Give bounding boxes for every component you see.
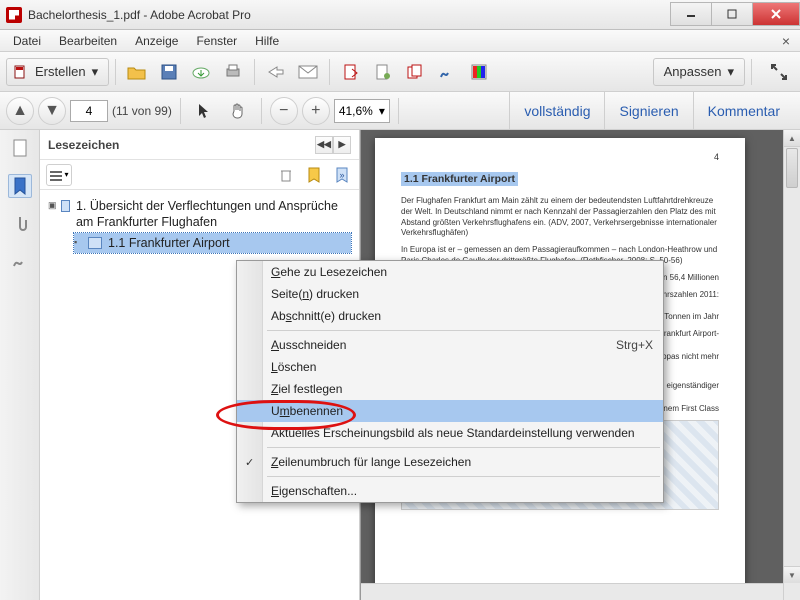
- bookmark-item-selected[interactable]: ▪ 1.1 Frankfurter Airport: [74, 233, 351, 253]
- mail-button[interactable]: [293, 58, 323, 86]
- delete-bookmark-button[interactable]: [275, 165, 297, 185]
- thumbnails-icon[interactable]: [8, 136, 32, 160]
- tools-sign-link[interactable]: Signieren: [604, 92, 692, 130]
- menubar: Datei Bearbeiten Anzeige Fenster Hilfe ×: [0, 30, 800, 52]
- cloud-button[interactable]: [186, 58, 216, 86]
- menu-item[interactable]: Aktuelles Erscheinungsbild als neue Stan…: [237, 422, 663, 444]
- menu-item[interactable]: Abschnitt(e) drucken: [237, 305, 663, 327]
- menu-separator: [267, 330, 660, 331]
- open-button[interactable]: [122, 58, 152, 86]
- customize-button[interactable]: Anpassen ▾: [653, 58, 745, 86]
- menu-item[interactable]: Löschen: [237, 356, 663, 378]
- page-down-button[interactable]: ▼: [38, 97, 66, 125]
- zoom-out-button[interactable]: −: [270, 97, 298, 125]
- page-count-label: (11 von 99): [112, 104, 172, 118]
- doc-close-button[interactable]: ×: [776, 33, 796, 49]
- bookmarks-toolbar: ▾ »: [40, 160, 359, 190]
- combine-button[interactable]: [400, 58, 430, 86]
- dropdown-icon: ▾: [92, 64, 99, 80]
- fullscreen-button[interactable]: [764, 58, 794, 86]
- bookmark-icon: [61, 200, 70, 212]
- zoom-value: 41,6%: [339, 104, 373, 118]
- expand-bookmark-button[interactable]: »: [331, 165, 353, 185]
- tools-full-link[interactable]: vollständig: [509, 92, 604, 130]
- customize-label: Anpassen: [664, 64, 722, 79]
- create-button[interactable]: Erstellen ▾: [6, 58, 109, 86]
- tools-comment-link[interactable]: Kommentar: [693, 92, 794, 130]
- menu-separator: [267, 447, 660, 448]
- menu-separator: [267, 476, 660, 477]
- menu-item[interactable]: Eigenschaften...: [237, 480, 663, 502]
- bookmark-context-menu: Gehe zu LesezeichenSeite(n) druckenAbsch…: [236, 260, 664, 503]
- dropdown-icon: ▾: [727, 64, 734, 80]
- bookmarks-title: Lesezeichen: [48, 138, 119, 152]
- page-up-button[interactable]: ▲: [6, 97, 34, 125]
- page-number-on-sheet: 4: [714, 152, 719, 162]
- bookmark-item[interactable]: ▣ 1. Übersicht der Verflechtungen und An…: [48, 196, 351, 233]
- leaf-icon: ▪: [74, 235, 84, 247]
- select-tool-button[interactable]: [189, 97, 219, 125]
- zoom-in-button[interactable]: +: [302, 97, 330, 125]
- doc-paragraph: Der Flughafen Frankfurt am Main zählt zu…: [401, 196, 719, 239]
- menu-item[interactable]: AusschneidenStrg+X: [237, 334, 663, 356]
- panel-next-button[interactable]: ▶: [333, 136, 351, 154]
- main-toolbar: Erstellen ▾ Anpassen ▾: [0, 52, 800, 92]
- bookmark-label: 1.1 Frankfurter Airport: [108, 235, 230, 251]
- horizontal-scrollbar[interactable]: [361, 583, 783, 600]
- window-titlebar: Bachelorthesis_1.pdf - Adobe Acrobat Pro: [0, 0, 800, 30]
- panel-prev-button[interactable]: ◀◀: [315, 136, 333, 154]
- scroll-thumb[interactable]: [786, 148, 798, 188]
- menu-item[interactable]: Ziel festlegen: [237, 378, 663, 400]
- attachments-icon[interactable]: [8, 212, 32, 236]
- scroll-up-button[interactable]: ▲: [784, 130, 800, 147]
- sign-button[interactable]: [432, 58, 462, 86]
- menu-item[interactable]: Zeilenumbruch für lange Lesezeichen: [237, 451, 663, 473]
- menu-bearbeiten[interactable]: Bearbeiten: [50, 32, 126, 50]
- bookmark-tree: ▣ 1. Übersicht der Verflechtungen und An…: [40, 190, 359, 259]
- bookmark-label: 1. Übersicht der Verflechtungen und Ansp…: [76, 198, 351, 231]
- collapse-icon[interactable]: ▣: [48, 198, 57, 211]
- bookmarks-icon[interactable]: [8, 174, 32, 198]
- menu-hilfe[interactable]: Hilfe: [246, 32, 288, 50]
- hand-tool-button[interactable]: [223, 97, 253, 125]
- bookmarks-header: Lesezeichen ◀◀ ▶: [40, 130, 359, 160]
- edit-pdf-button[interactable]: [368, 58, 398, 86]
- nav-toolbar: ▲ ▼ (11 von 99) − + 41,6% ▾ vollständig S…: [0, 92, 800, 130]
- multimedia-button[interactable]: [464, 58, 494, 86]
- window-title: Bachelorthesis_1.pdf - Adobe Acrobat Pro: [28, 8, 670, 22]
- menu-datei[interactable]: Datei: [4, 32, 50, 50]
- app-icon: [6, 7, 22, 23]
- menu-anzeige[interactable]: Anzeige: [126, 32, 187, 50]
- menu-item[interactable]: Umbenennen: [237, 400, 663, 422]
- menu-item[interactable]: Gehe zu Lesezeichen: [237, 261, 663, 283]
- page-number-input[interactable]: [70, 100, 108, 122]
- new-bookmark-button[interactable]: [303, 165, 325, 185]
- menu-fenster[interactable]: Fenster: [187, 32, 246, 50]
- bookmark-icon: [88, 237, 102, 249]
- window-controls: [670, 3, 800, 26]
- nav-strip: [0, 130, 40, 600]
- print-button[interactable]: [218, 58, 248, 86]
- vertical-scrollbar[interactable]: ▲ ▼: [783, 130, 800, 600]
- share-button[interactable]: [261, 58, 291, 86]
- zoom-dropdown[interactable]: 41,6% ▾: [334, 99, 390, 123]
- minimize-button[interactable]: [670, 2, 712, 26]
- options-menu-button[interactable]: ▾: [46, 164, 72, 186]
- signatures-icon[interactable]: [8, 250, 32, 274]
- svg-text:»: »: [339, 170, 344, 180]
- close-button[interactable]: [752, 2, 800, 26]
- menu-item[interactable]: Seite(n) drucken: [237, 283, 663, 305]
- scroll-down-button[interactable]: ▼: [784, 566, 800, 583]
- export-pdf-button[interactable]: [336, 58, 366, 86]
- save-button[interactable]: [154, 58, 184, 86]
- maximize-button[interactable]: [711, 2, 753, 26]
- dropdown-icon: ▾: [379, 104, 385, 118]
- doc-heading: 1.1 Frankfurter Airport: [401, 172, 518, 186]
- create-label: Erstellen: [35, 64, 86, 79]
